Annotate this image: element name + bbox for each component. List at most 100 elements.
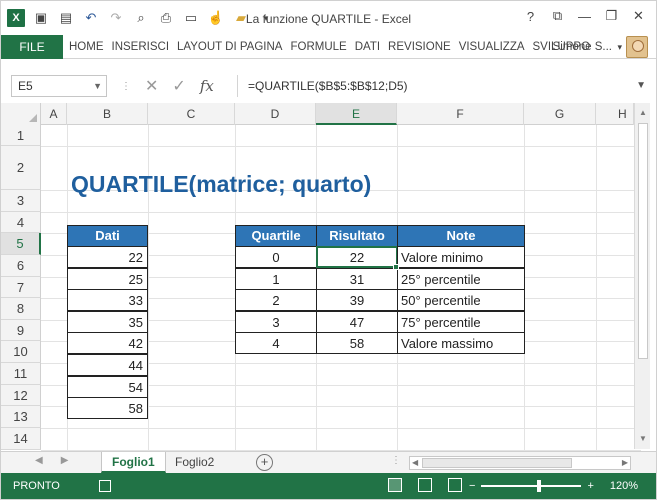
quartile-cell[interactable]: 2: [235, 289, 317, 311]
notes-header[interactable]: Note: [397, 225, 525, 247]
scroll-left-icon[interactable]: ◀: [412, 457, 418, 469]
tab-review[interactable]: REVISIONE: [384, 35, 455, 59]
row-header-4[interactable]: 4: [1, 212, 41, 233]
vertical-scrollbar[interactable]: ▲ ▼: [634, 103, 650, 449]
column-header-c[interactable]: C: [148, 103, 235, 125]
column-header-h[interactable]: H: [596, 103, 634, 125]
sheet-tab-foglio2[interactable]: Foglio2: [165, 452, 224, 473]
chevron-down-icon[interactable]: ▼: [93, 76, 102, 96]
tab-formulas[interactable]: FORMULE: [286, 35, 350, 59]
avatar[interactable]: [626, 36, 648, 58]
page-layout-view-icon[interactable]: [418, 478, 432, 492]
quartile-cell[interactable]: 4: [235, 332, 317, 354]
minimize-icon[interactable]: —: [571, 5, 598, 27]
zoom-out-button[interactable]: −: [469, 473, 475, 499]
row-header-10[interactable]: 10: [1, 341, 41, 363]
row-header-9[interactable]: 9: [1, 320, 41, 341]
restore-icon[interactable]: ❐: [598, 5, 625, 27]
scroll-thumb[interactable]: [422, 458, 572, 468]
tab-data[interactable]: DATI: [351, 35, 384, 59]
scroll-down-icon[interactable]: ▼: [635, 431, 651, 447]
insert-function-icon[interactable]: fx: [200, 77, 214, 95]
column-header-f[interactable]: F: [397, 103, 524, 125]
row-header-1[interactable]: 1: [1, 125, 41, 146]
column-header-e[interactable]: E: [316, 103, 397, 125]
add-sheet-icon[interactable]: +: [256, 454, 273, 471]
data-header[interactable]: Dati: [67, 225, 148, 247]
row-header-13[interactable]: 13: [1, 406, 41, 428]
column-header-d[interactable]: D: [235, 103, 316, 125]
row-header-12[interactable]: 12: [1, 385, 41, 406]
row-header-7[interactable]: 7: [1, 277, 41, 298]
scroll-up-icon[interactable]: ▲: [635, 105, 651, 121]
data-cell[interactable]: 35: [67, 311, 148, 333]
next-sheet-icon[interactable]: ▶: [61, 455, 69, 466]
quartile-cell[interactable]: 3: [235, 311, 317, 333]
row-header-2[interactable]: 2: [1, 146, 41, 190]
cell-area[interactable]: QUARTILE(matrice; quarto) Dati 22 25 33 …: [41, 125, 641, 451]
previous-sheet-icon[interactable]: ◀: [35, 455, 43, 466]
data-cell[interactable]: 25: [67, 268, 148, 290]
page-break-view-icon[interactable]: [448, 478, 462, 492]
note-cell[interactable]: 25° percentile: [397, 268, 525, 290]
ribbon-display-icon[interactable]: ⧉: [544, 5, 571, 27]
data-cell[interactable]: 44: [67, 354, 148, 376]
zoom-level[interactable]: 120%: [610, 473, 638, 499]
quartile-cell[interactable]: 1: [235, 268, 317, 290]
sheet-title[interactable]: QUARTILE(matrice; quarto): [71, 169, 371, 199]
select-all-button[interactable]: [1, 103, 41, 125]
formula-input[interactable]: =QUARTILE($B$5:$B$12;D5): [237, 75, 645, 97]
normal-view-icon[interactable]: [388, 478, 402, 492]
gridline: [41, 146, 641, 147]
result-cell[interactable]: 31: [316, 268, 398, 290]
column-header-g[interactable]: G: [524, 103, 596, 125]
tab-page-layout[interactable]: LAYOUT DI PAGINA: [173, 35, 286, 59]
tab-view[interactable]: VISUALIZZA: [455, 35, 529, 59]
note-cell[interactable]: Valore massimo: [397, 332, 525, 354]
tab-insert[interactable]: INSERISCI: [108, 35, 174, 59]
scroll-thumb[interactable]: [638, 123, 648, 359]
result-cell[interactable]: 58: [316, 332, 398, 354]
quartile-cell[interactable]: 0: [235, 246, 317, 268]
scroll-right-icon[interactable]: ▶: [622, 457, 628, 469]
macro-record-icon[interactable]: [99, 480, 111, 492]
data-cell[interactable]: 22: [67, 246, 148, 268]
data-cell[interactable]: 54: [67, 376, 148, 398]
more-icon: ⋮: [121, 80, 131, 92]
tab-home[interactable]: HOME: [65, 35, 108, 59]
chevron-down-icon[interactable]: ▾: [617, 35, 622, 59]
result-cell[interactable]: 39: [316, 289, 398, 311]
tab-file[interactable]: FILE: [1, 35, 63, 59]
name-box[interactable]: E5 ▼: [11, 75, 107, 97]
splitter-icon[interactable]: ⋮: [391, 455, 401, 466]
zoom-in-button[interactable]: +: [587, 473, 593, 499]
expand-formula-icon[interactable]: ▼: [636, 75, 646, 97]
user-name[interactable]: Simone S...: [553, 35, 612, 59]
cancel-icon[interactable]: ✕: [145, 76, 158, 96]
close-icon[interactable]: ✕: [625, 5, 652, 27]
horizontal-scrollbar[interactable]: ◀ ▶: [409, 456, 631, 470]
data-cell[interactable]: 33: [67, 289, 148, 311]
sheet-tab-foglio1[interactable]: Foglio1: [101, 452, 166, 473]
fill-handle[interactable]: [393, 264, 399, 270]
note-cell[interactable]: 75° percentile: [397, 311, 525, 333]
help-icon[interactable]: ?: [517, 5, 544, 27]
result-header[interactable]: Risultato: [316, 225, 398, 247]
row-header-5[interactable]: 5: [1, 233, 41, 255]
note-cell[interactable]: Valore minimo: [397, 246, 525, 268]
row-header-3[interactable]: 3: [1, 190, 41, 212]
column-header-a[interactable]: A: [41, 103, 67, 125]
note-cell[interactable]: 50° percentile: [397, 289, 525, 311]
enter-icon[interactable]: ✓: [172, 76, 185, 96]
column-header-b[interactable]: B: [67, 103, 148, 125]
row-header-11[interactable]: 11: [1, 363, 41, 385]
data-cell[interactable]: 42: [67, 332, 148, 354]
data-cell[interactable]: 58: [67, 397, 148, 419]
row-header-6[interactable]: 6: [1, 255, 41, 277]
result-cell-selected[interactable]: 22: [316, 246, 398, 268]
zoom-slider[interactable]: [481, 480, 582, 492]
quartile-header[interactable]: Quartile: [235, 225, 317, 247]
row-header-14[interactable]: 14: [1, 428, 41, 450]
row-header-8[interactable]: 8: [1, 298, 41, 320]
result-cell[interactable]: 47: [316, 311, 398, 333]
